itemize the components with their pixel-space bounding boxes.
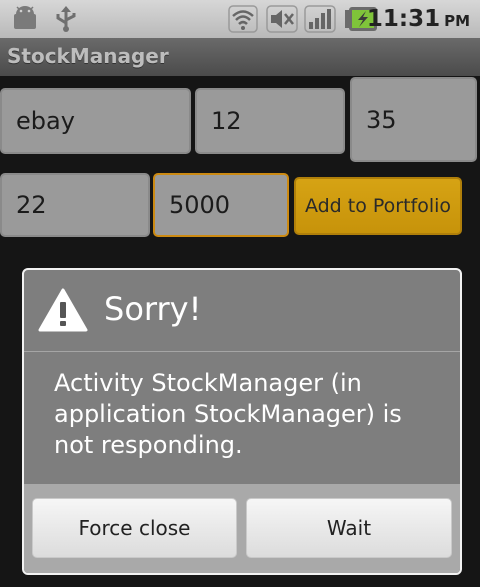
- anr-dialog: Sorry! Activity StockManager (in applica…: [22, 268, 462, 575]
- app-title: StockManager: [7, 44, 169, 68]
- dialog-button-bar: Force close Wait: [24, 484, 460, 573]
- quantity-input[interactable]: 12: [195, 88, 345, 154]
- warning-icon: [38, 288, 88, 332]
- mute-icon: [266, 5, 298, 33]
- symbol-input[interactable]: ebay: [0, 88, 191, 154]
- price-input[interactable]: 35: [350, 77, 477, 162]
- dialog-message: Activity StockManager (in application St…: [54, 369, 402, 459]
- usb-icon: [56, 6, 76, 32]
- dialog-header: Sorry!: [24, 270, 460, 352]
- force-close-button[interactable]: Force close: [32, 498, 237, 558]
- wifi-icon: [228, 5, 258, 33]
- clock: 11:31 PM: [366, 6, 470, 32]
- status-bar: 11:31 PM: [0, 0, 480, 38]
- app-title-bar: StockManager: [0, 38, 480, 76]
- dialog-title: Sorry!: [104, 290, 202, 328]
- field-five-input[interactable]: 5000: [153, 173, 289, 237]
- add-to-portfolio-button[interactable]: Add to Portfolio: [294, 177, 462, 235]
- android-debug-icon: [14, 6, 36, 29]
- field-four-input[interactable]: 22: [0, 173, 150, 237]
- wait-button[interactable]: Wait: [246, 498, 452, 558]
- signal-icon: [304, 5, 336, 33]
